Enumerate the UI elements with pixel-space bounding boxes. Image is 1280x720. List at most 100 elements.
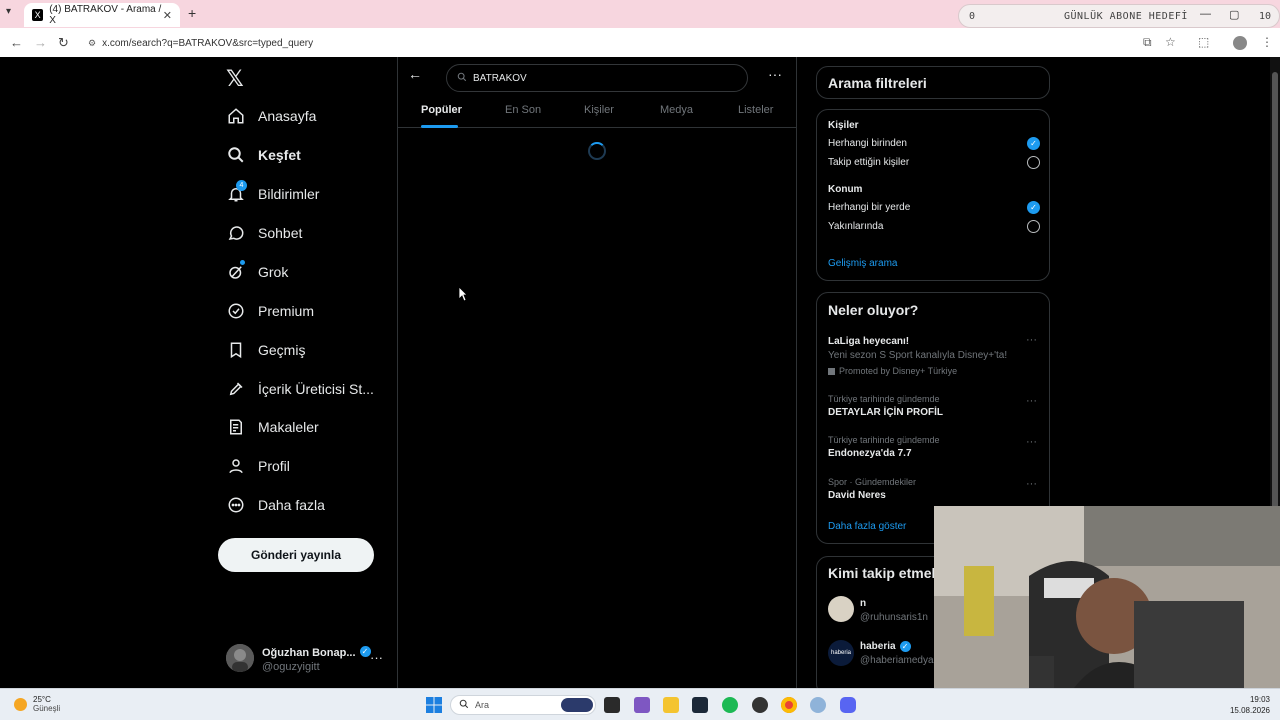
trend-title[interactable]: Endonezya'da 7.7 xyxy=(828,448,912,459)
file-explorer-icon[interactable] xyxy=(663,697,679,713)
task-view-icon[interactable] xyxy=(604,697,620,713)
filter-location-anywhere[interactable]: Herhangi bir yerde ✓ xyxy=(828,201,1040,214)
follow-user-name[interactable]: haberia ✓ xyxy=(860,641,911,652)
haberia-avatar-icon[interactable]: haberia xyxy=(828,640,854,666)
profile-avatar-icon[interactable] xyxy=(1233,36,1247,50)
site-info-icon[interactable]: ⚙ xyxy=(88,38,96,49)
maximize-icon[interactable]: ▢ xyxy=(1229,8,1239,21)
post-button[interactable]: Gönderi yayınla xyxy=(218,538,374,572)
nav-item-profile[interactable]: Profil xyxy=(226,451,290,481)
filter-people-following[interactable]: Takip ettiğin kişiler xyxy=(828,156,1040,169)
trend-more-icon[interactable]: ··· xyxy=(1026,436,1037,448)
spotify-icon[interactable] xyxy=(722,697,738,713)
avatar xyxy=(226,644,254,672)
browser-tab[interactable]: X (4) BATRAKOV - Arama / X ✕ xyxy=(24,3,180,27)
tab-lists[interactable]: Listeler xyxy=(738,104,773,116)
home-icon xyxy=(226,106,246,126)
tab-media[interactable]: Medya xyxy=(660,104,693,116)
search-highlight-icon xyxy=(561,698,593,712)
address-bar[interactable]: ⚙ x.com/search?q=BATRAKOV&src=typed_quer… xyxy=(84,33,1134,53)
forward-arrow-icon[interactable]: → xyxy=(34,35,47,50)
minimize-icon[interactable]: — xyxy=(1200,8,1211,20)
obs-icon[interactable] xyxy=(752,697,768,713)
taskbar-search[interactable]: Ara xyxy=(450,695,596,715)
weather-temp: 25°C xyxy=(33,695,51,704)
radio-unchecked-icon[interactable] xyxy=(1027,220,1040,233)
tab-close-icon[interactable]: ✕ xyxy=(163,9,172,22)
system-clock[interactable]: 19:03 15.08.2026 xyxy=(1230,694,1270,716)
trend-more-icon[interactable]: ··· xyxy=(1026,334,1037,346)
chat-icon xyxy=(226,223,246,243)
promoted-icon xyxy=(828,367,835,375)
radio-checked-icon[interactable]: ✓ xyxy=(1027,201,1040,214)
discord-icon[interactable] xyxy=(840,697,856,713)
nav-item-home[interactable]: Anasayfa xyxy=(226,101,316,131)
browser-menu-icon[interactable]: ⋮ xyxy=(1261,35,1273,49)
back-arrow-icon[interactable]: ← xyxy=(10,35,23,50)
search-filters-card xyxy=(816,109,1050,281)
browser-tab-bar: ▾ X (4) BATRAKOV - Arama / X ✕ + 0 GÜNLÜ… xyxy=(0,0,1280,28)
follow-user-name[interactable]: n xyxy=(860,598,866,609)
account-more-icon[interactable]: ··· xyxy=(370,650,383,665)
column-divider xyxy=(397,57,398,688)
tab-people[interactable]: Kişiler xyxy=(584,104,614,116)
back-arrow-icon[interactable]: ← xyxy=(408,66,422,82)
reload-icon[interactable]: ↻ xyxy=(58,35,69,51)
promo-title[interactable]: LaLiga heyecanı! xyxy=(828,336,909,347)
x-logo-icon[interactable]: 𝕏 xyxy=(226,66,244,92)
who-to-follow-title: Kimi takip etmel xyxy=(828,565,936,581)
new-tab-button[interactable]: + xyxy=(188,5,196,21)
chrome-icon[interactable] xyxy=(781,697,797,713)
search-filters-title: Arama filtreleri xyxy=(828,75,927,91)
search-icon xyxy=(459,699,469,711)
promo-attribution: Promoted by Disney+ Türkiye xyxy=(828,366,957,376)
radio-unchecked-icon[interactable] xyxy=(1027,156,1040,169)
windows-taskbar: 25°C Güneşli Ara 19:03 15.08.2026 xyxy=(0,688,1280,720)
install-app-icon[interactable]: ⧉ xyxy=(1143,35,1152,50)
tab-list-chevron-icon[interactable]: ▾ xyxy=(6,6,11,17)
trend-title[interactable]: David Neres xyxy=(828,490,886,501)
avatar[interactable] xyxy=(828,596,854,622)
grok-dot xyxy=(240,260,245,265)
more-options-icon[interactable]: ··· xyxy=(768,66,782,82)
nav-item-premium[interactable]: Premium xyxy=(226,296,314,326)
nav-item-creator-studio[interactable]: İçerik Üreticisi St... xyxy=(226,374,374,404)
filter-location-near[interactable]: Yakınlarında xyxy=(828,220,1040,233)
search-input[interactable]: BATRAKOV xyxy=(446,64,748,92)
settings-gear-icon[interactable] xyxy=(810,697,826,713)
nav-item-grok[interactable]: Grok xyxy=(226,257,288,287)
search-icon xyxy=(226,145,246,165)
nav-label: Grok xyxy=(258,264,289,280)
weather-widget[interactable]: 25°C Güneşli xyxy=(14,695,60,713)
tab-top[interactable]: Popüler xyxy=(421,104,462,116)
show-more-trends-link[interactable]: Daha fazla göster xyxy=(828,521,906,532)
search-icon xyxy=(457,72,467,85)
sun-icon xyxy=(14,697,27,711)
steam-icon[interactable] xyxy=(692,697,708,713)
nav-item-bookmarks[interactable]: Geçmiş xyxy=(226,335,305,365)
filter-people-anyone[interactable]: Herhangi birinden ✓ xyxy=(828,137,1040,150)
radio-checked-icon[interactable]: ✓ xyxy=(1027,137,1040,150)
filter-option-label: Herhangi bir yerde xyxy=(828,202,911,213)
trend-category: Türkiye tarihinde gündemde xyxy=(828,435,940,445)
bookmark-star-icon[interactable]: ☆ xyxy=(1165,35,1176,49)
nav-item-articles[interactable]: Makaleler xyxy=(226,412,319,442)
account-switcher[interactable]: Oğuzhan Bonap... ✓ @oguzyigitt xyxy=(226,643,386,673)
widgets-app-icon[interactable] xyxy=(634,697,650,713)
trend-title[interactable]: DETAYLAR İÇİN PROFİL xyxy=(828,407,943,418)
nav-label: Anasayfa xyxy=(258,108,317,124)
nav-item-explore[interactable]: Keşfet xyxy=(226,140,301,170)
nav-label: İçerik Üreticisi St... xyxy=(258,381,374,397)
trend-more-icon[interactable]: ··· xyxy=(1026,395,1037,407)
advanced-search-link[interactable]: Gelişmiş arama xyxy=(828,258,897,269)
windows-start-icon[interactable] xyxy=(426,697,442,713)
trend-more-icon[interactable]: ··· xyxy=(1026,478,1037,490)
nav-item-more[interactable]: Daha fazla xyxy=(226,490,325,520)
filter-option-label: Yakınlarında xyxy=(828,221,884,232)
extensions-icon[interactable]: ⬚ xyxy=(1198,35,1209,49)
verified-badge-icon: ✓ xyxy=(359,646,371,658)
nav-item-chat[interactable]: Sohbet xyxy=(226,218,302,248)
tab-latest[interactable]: En Son xyxy=(505,104,541,116)
bell-icon: 4 xyxy=(226,180,247,204)
nav-item-notifications[interactable]: 4 Bildirimler xyxy=(226,179,319,209)
